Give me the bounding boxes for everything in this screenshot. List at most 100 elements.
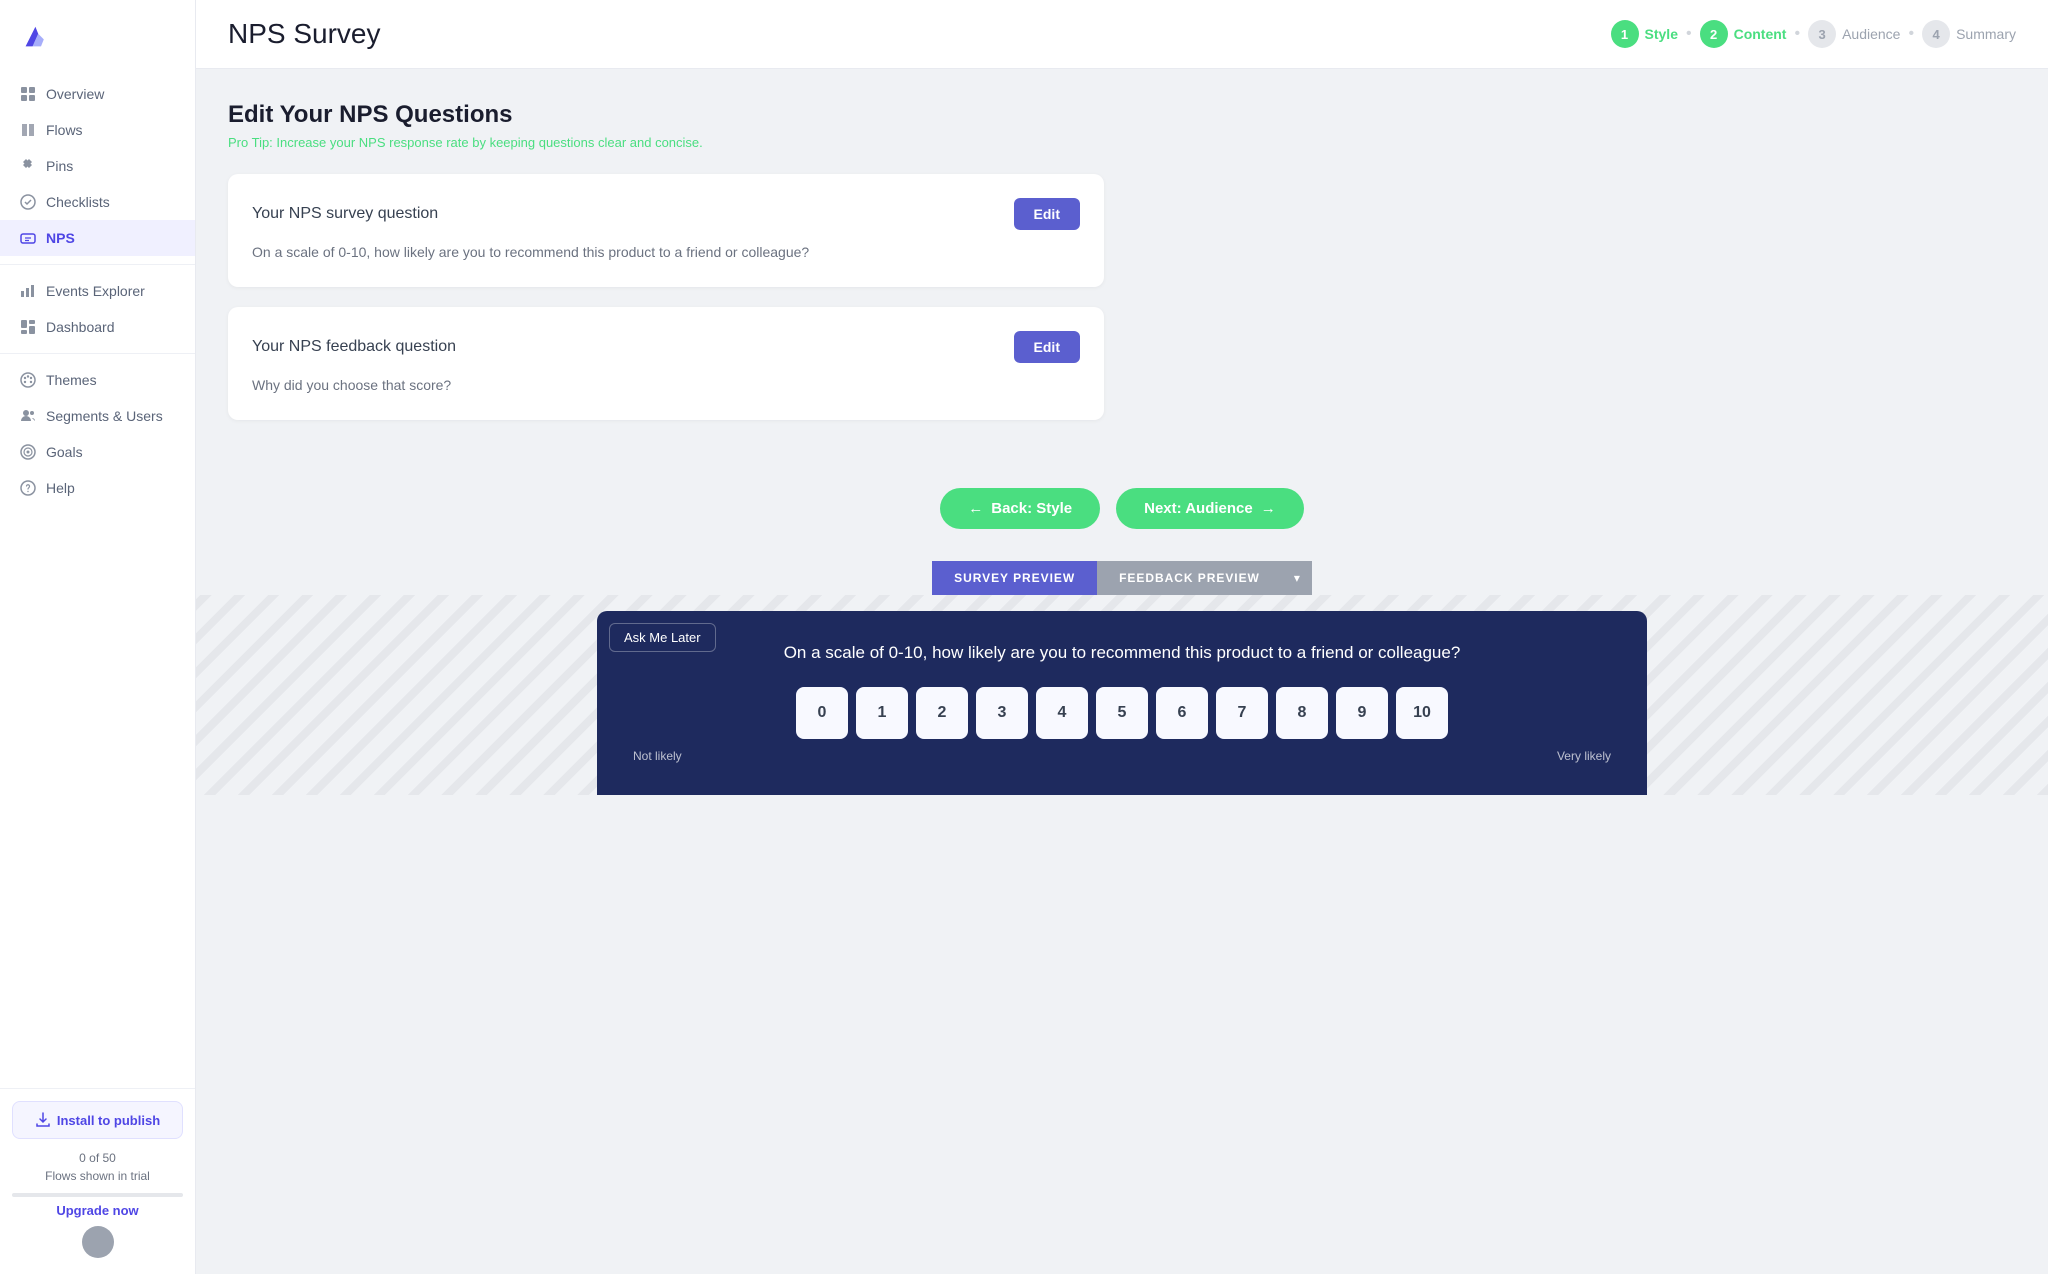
- sidebar-item-nps[interactable]: NPS: [0, 220, 195, 256]
- back-arrow-icon: ←: [968, 500, 983, 517]
- sidebar-item-segments-users[interactable]: Segments & Users: [0, 398, 195, 434]
- step-2-circle: 2: [1700, 20, 1728, 48]
- sidebar-item-themes[interactable]: Themes: [0, 362, 195, 398]
- sidebar-item-overview[interactable]: Overview: [0, 76, 195, 112]
- sidebar-navigation: Overview Flows Pins Checklists: [0, 72, 195, 1088]
- upgrade-now-link[interactable]: Upgrade now: [12, 1203, 183, 1218]
- preview-tabs-container: SURVEY PREVIEW FEEDBACK PREVIEW ▾: [196, 561, 2048, 595]
- nps-number-0[interactable]: 0: [796, 687, 848, 739]
- trial-label: Flows shown in trial: [45, 1169, 150, 1183]
- sidebar-item-events-explorer[interactable]: Events Explorer: [0, 273, 195, 309]
- step-2[interactable]: 2 Content: [1700, 20, 1787, 48]
- checklist-icon: [20, 194, 36, 210]
- nps-number-4[interactable]: 4: [1036, 687, 1088, 739]
- sidebar: Overview Flows Pins Checklists: [0, 0, 196, 1274]
- nav-divider-1: [0, 264, 195, 265]
- dashboard-icon: [20, 319, 36, 335]
- nps-number-2[interactable]: 2: [916, 687, 968, 739]
- nps-preview-question: On a scale of 0-10, how likely are you t…: [629, 643, 1615, 663]
- sidebar-item-overview-label: Overview: [46, 86, 104, 102]
- step-4-label: Summary: [1956, 26, 2016, 42]
- sidebar-item-checklists[interactable]: Checklists: [0, 184, 195, 220]
- nps-preview-container: Ask Me Later On a scale of 0-10, how lik…: [196, 595, 2048, 795]
- nps-survey-widget: Ask Me Later On a scale of 0-10, how lik…: [597, 611, 1647, 795]
- not-likely-label: Not likely: [633, 749, 682, 763]
- feedback-question-text: Why did you choose that score?: [252, 375, 1080, 396]
- question-card-header-1: Your NPS survey question Edit: [252, 198, 1080, 230]
- nps-number-1[interactable]: 1: [856, 687, 908, 739]
- step-dot-1: •: [1686, 25, 1692, 43]
- ask-me-later-button[interactable]: Ask Me Later: [609, 623, 716, 652]
- sidebar-item-nps-label: NPS: [46, 230, 75, 246]
- step-2-label: Content: [1734, 26, 1787, 42]
- help-icon: [20, 480, 36, 496]
- survey-question-text: On a scale of 0-10, how likely are you t…: [252, 242, 1080, 263]
- edit-questions-section: Edit Your NPS Questions Pro Tip: Increas…: [196, 69, 1136, 464]
- nav-divider-2: [0, 353, 195, 354]
- nps-survey-question-card: Your NPS survey question Edit On a scale…: [228, 174, 1104, 287]
- sidebar-item-segments-users-label: Segments & Users: [46, 408, 163, 424]
- sidebar-item-dashboard[interactable]: Dashboard: [0, 309, 195, 345]
- chart-icon: [20, 283, 36, 299]
- preview-dropdown-button[interactable]: ▾: [1282, 561, 1312, 595]
- step-4-circle: 4: [1922, 20, 1950, 48]
- goals-icon: [20, 444, 36, 460]
- edit-survey-question-button[interactable]: Edit: [1014, 198, 1080, 230]
- question-card-title-1: Your NPS survey question: [252, 205, 438, 223]
- step-1[interactable]: 1 Style: [1611, 20, 1678, 48]
- step-1-label: Style: [1645, 26, 1678, 42]
- step-4[interactable]: 4 Summary: [1922, 20, 2016, 48]
- feedback-preview-tab[interactable]: FEEDBACK PREVIEW: [1097, 561, 1282, 595]
- sidebar-bottom: Install to publish 0 of 50 Flows shown i…: [0, 1088, 195, 1274]
- install-to-publish-button[interactable]: Install to publish: [12, 1101, 183, 1139]
- trial-flows-count: 0 of 50: [79, 1151, 116, 1165]
- app-logo: [16, 20, 52, 56]
- sidebar-item-events-explorer-label: Events Explorer: [46, 283, 145, 299]
- step-3[interactable]: 3 Audience: [1808, 20, 1900, 48]
- trial-info: 0 of 50 Flows shown in trial: [12, 1149, 183, 1185]
- section-tip: Pro Tip: Increase your NPS response rate…: [228, 135, 1104, 150]
- nps-number-6[interactable]: 6: [1156, 687, 1208, 739]
- step-dot-3: •: [1908, 25, 1914, 43]
- back-style-button[interactable]: ← Back: Style: [940, 488, 1100, 529]
- step-3-circle: 3: [1808, 20, 1836, 48]
- nps-number-3[interactable]: 3: [976, 687, 1028, 739]
- avatar: [82, 1226, 114, 1258]
- section-title: Edit Your NPS Questions: [228, 101, 1104, 129]
- content-area: NPS Survey 1 Style • 2 Content •: [196, 0, 2048, 1274]
- logo-area: [0, 0, 195, 72]
- nps-number-8[interactable]: 8: [1276, 687, 1328, 739]
- sidebar-item-themes-label: Themes: [46, 372, 97, 388]
- sidebar-item-help-label: Help: [46, 480, 75, 496]
- nps-icon: [20, 230, 36, 246]
- next-arrow-icon: →: [1261, 500, 1276, 517]
- next-audience-button[interactable]: Next: Audience →: [1116, 488, 1304, 529]
- nps-number-7[interactable]: 7: [1216, 687, 1268, 739]
- nps-labels: Not likely Very likely: [629, 749, 1615, 763]
- stepper: 1 Style • 2 Content • 3: [1611, 20, 2016, 48]
- page-header: NPS Survey 1 Style • 2 Content •: [196, 0, 2048, 69]
- sidebar-item-help[interactable]: Help: [0, 470, 195, 506]
- sidebar-item-goals[interactable]: Goals: [0, 434, 195, 470]
- nps-number-9[interactable]: 9: [1336, 687, 1388, 739]
- page-title: NPS Survey: [228, 18, 381, 50]
- nps-number-10[interactable]: 10: [1396, 687, 1448, 739]
- users-icon: [20, 408, 36, 424]
- book-icon: [20, 122, 36, 138]
- edit-feedback-question-button[interactable]: Edit: [1014, 331, 1080, 363]
- question-card-title-2: Your NPS feedback question: [252, 338, 456, 356]
- grid-icon: [20, 86, 36, 102]
- pin-icon: [20, 158, 36, 174]
- question-card-header-2: Your NPS feedback question Edit: [252, 331, 1080, 363]
- sidebar-item-goals-label: Goals: [46, 444, 83, 460]
- navigation-buttons: ← Back: Style Next: Audience →: [196, 464, 2048, 553]
- step-dot-2: •: [1794, 25, 1800, 43]
- sidebar-item-flows[interactable]: Flows: [0, 112, 195, 148]
- survey-preview-tab[interactable]: SURVEY PREVIEW: [932, 561, 1097, 595]
- sidebar-item-pins[interactable]: Pins: [0, 148, 195, 184]
- nps-feedback-question-card: Your NPS feedback question Edit Why did …: [228, 307, 1104, 420]
- very-likely-label: Very likely: [1557, 749, 1611, 763]
- palette-icon: [20, 372, 36, 388]
- sidebar-item-pins-label: Pins: [46, 158, 73, 174]
- nps-number-5[interactable]: 5: [1096, 687, 1148, 739]
